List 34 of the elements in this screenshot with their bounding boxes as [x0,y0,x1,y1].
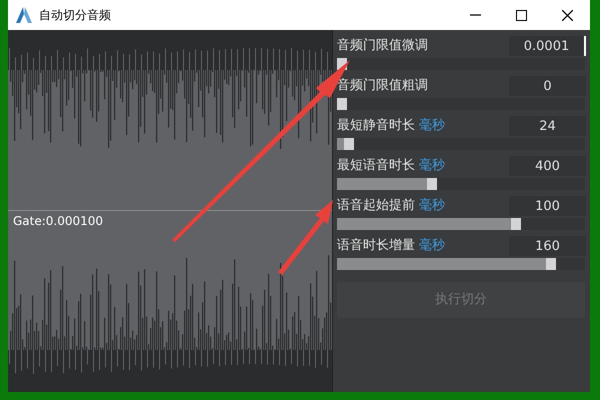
setting-label: 音频门限值微调 [337,37,428,56]
setting-label: 最短语音时长 [337,157,415,176]
close-icon [562,10,572,20]
setting-label: 语音起始提前 [337,197,415,216]
value-field[interactable]: 400 [509,156,586,176]
gate-label: Gate:0.000100 [13,213,104,230]
value-field[interactable]: 0 [509,76,586,96]
slider-thumb[interactable] [427,178,438,190]
slider-track[interactable] [337,98,585,110]
app-logo-icon [15,6,33,24]
unit-label: 毫秒 [419,197,445,216]
slider-track[interactable] [337,138,585,150]
slider-thumb[interactable] [337,98,347,110]
slider-track[interactable] [337,58,585,70]
value-field[interactable]: 24 [509,116,586,136]
setting-label: 语音时长增量 [337,237,415,256]
value-field[interactable]: 160 [509,236,586,256]
slider-track[interactable] [337,218,585,230]
minimize-icon [470,14,480,16]
unit-label: 毫秒 [419,117,445,136]
slider-track[interactable] [337,258,585,270]
slider-thumb[interactable] [510,218,521,230]
unit-label: 毫秒 [419,237,445,256]
unit-label: 毫秒 [419,157,445,176]
value-field[interactable]: 100 [509,196,586,216]
slider-track[interactable] [337,178,585,190]
value-field[interactable]: 0.0001 [509,36,586,56]
slider-thumb[interactable] [344,138,354,150]
slider-thumb[interactable] [546,258,556,270]
window-title: 自动切分音频 [39,7,111,24]
setting-label: 最短静音时长 [337,117,415,136]
slider-fill [337,138,344,150]
maximize-icon [516,10,526,20]
setting-label: 音频门限值粗调 [337,77,428,96]
